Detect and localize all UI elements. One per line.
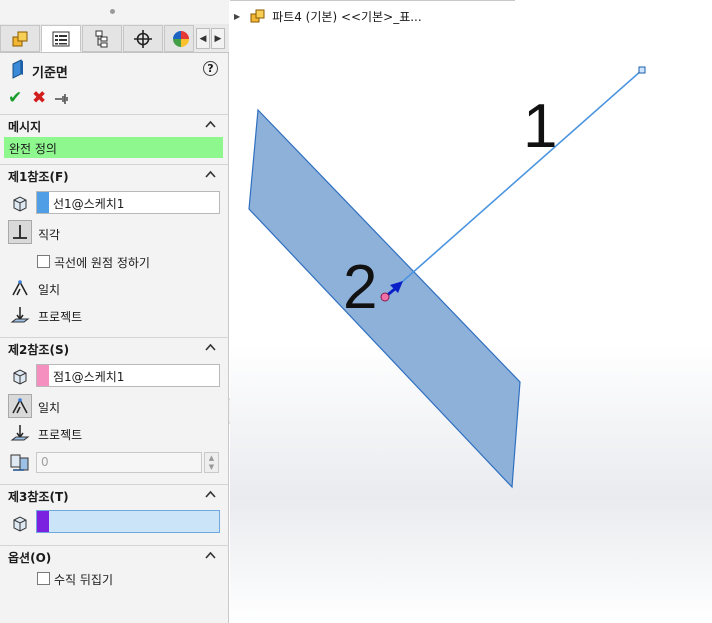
perpendicular-icon: [13, 225, 27, 239]
coincident-icon: [12, 398, 28, 414]
ref2-color-swatch: [37, 365, 49, 386]
ref1-selection-text: 선1@스케치1: [53, 197, 125, 211]
panel-grip[interactable]: [0, 0, 229, 24]
section-ref3-label: 제3참조(T): [8, 490, 69, 504]
model-scene: 1 2: [248, 66, 646, 489]
property-manager-icon: [52, 31, 70, 46]
distance-icon: [8, 450, 32, 474]
tab-feature-manager[interactable]: [0, 25, 40, 52]
tab-dimxpert-manager[interactable]: [123, 25, 163, 52]
section-ref2-header[interactable]: 제2참조(S): [0, 337, 229, 357]
section-options-label: 옵션(O): [8, 551, 52, 565]
manager-tabs: ◀ ▶: [0, 24, 229, 53]
ok-button[interactable]: ✔: [8, 89, 22, 107]
project-button-2[interactable]: [8, 421, 32, 445]
display-manager-icon: [173, 30, 189, 47]
origin-on-curve-checkbox[interactable]: [37, 255, 50, 268]
section-options-header[interactable]: 옵션(O): [0, 545, 229, 565]
chevron-up-icon[interactable]: [205, 343, 216, 351]
reference-line[interactable]: [384, 69, 643, 298]
tab-configuration-manager[interactable]: [82, 25, 122, 52]
tab-property-manager[interactable]: [41, 25, 81, 52]
coincident-icon: [12, 280, 28, 296]
project-label-2: 프로젝트: [38, 428, 83, 442]
section-ref3-header[interactable]: 제3참조(T): [0, 484, 229, 504]
distance-input[interactable]: 0: [36, 452, 202, 473]
coincident-button-1[interactable]: [8, 276, 32, 300]
spin-up-icon[interactable]: ▲: [209, 454, 214, 462]
perpendicular-label: 직각: [38, 228, 61, 242]
coincident-label-1: 일치: [38, 283, 61, 297]
chevron-up-icon[interactable]: [205, 490, 216, 498]
chevron-up-icon[interactable]: [205, 170, 216, 178]
configuration-manager-icon: [95, 30, 108, 47]
ref1-selection-field[interactable]: 선1@스케치1: [36, 191, 220, 214]
selection-box-icon: [8, 365, 32, 389]
coincident-label-2: 일치: [38, 401, 61, 415]
cancel-button[interactable]: ✖: [32, 89, 46, 107]
section-ref2-label: 제2참조(S): [8, 343, 70, 357]
selection-box-icon: [8, 192, 32, 216]
ref1-color-swatch: [37, 192, 49, 213]
project-label-1: 프로젝트: [38, 310, 83, 324]
chevron-up-icon[interactable]: [205, 551, 216, 559]
ref3-selection-field[interactable]: [36, 510, 220, 533]
ref3-color-swatch: [37, 511, 49, 532]
section-ref1-label: 제1참조(F): [8, 170, 69, 184]
ref2-selection-field[interactable]: 점1@스케치1: [36, 364, 220, 387]
property-manager-panel: ◀ ▶ 기준면 ? ✔ ✖ 메시지 완전 정의 제1참조(F) 선1@스케치1 …: [0, 0, 229, 623]
graphics-viewport[interactable]: ▶ 파트4 (기본) <<기본>_표... 1 2: [230, 0, 712, 623]
project-button-1[interactable]: [8, 303, 32, 327]
origin-on-curve-label: 곡선에 원점 정하기: [54, 256, 150, 270]
annotation-2: 2: [343, 253, 377, 322]
coincident-button-2[interactable]: [8, 394, 32, 418]
help-icon[interactable]: ?: [203, 61, 218, 76]
flip-normal-checkbox[interactable]: [37, 572, 50, 585]
reference-point[interactable]: [380, 292, 390, 302]
tab-scroll-left-button[interactable]: ◀: [196, 28, 210, 49]
project-icon: [10, 307, 30, 323]
status-message: 완전 정의: [4, 137, 223, 158]
distance-spinner[interactable]: ▲ ▼: [204, 452, 219, 473]
selection-box-icon: [8, 512, 32, 536]
section-ref1-header[interactable]: 제1참조(F): [0, 164, 229, 184]
section-message-header[interactable]: 메시지: [0, 114, 229, 134]
tab-display-manager[interactable]: [164, 25, 194, 52]
dimxpert-manager-icon: [134, 29, 152, 48]
tab-scroll-right-button[interactable]: ▶: [211, 28, 225, 49]
flip-normal-label: 수직 뒤집기: [54, 573, 114, 587]
ref2-selection-text: 점1@스케치1: [53, 370, 125, 384]
perpendicular-button[interactable]: [8, 220, 32, 244]
feature-manager-icon: [12, 31, 28, 46]
annotation-1: 1: [523, 92, 557, 161]
chevron-up-icon[interactable]: [205, 120, 216, 128]
pin-icon[interactable]: [54, 93, 70, 105]
line-endpoint-handle[interactable]: [638, 66, 646, 74]
plane-feature-icon: [12, 59, 23, 79]
project-icon: [10, 425, 30, 441]
spin-down-icon[interactable]: ▼: [209, 463, 214, 471]
page-title: 기준면: [32, 66, 68, 81]
section-message-label: 메시지: [8, 120, 42, 134]
